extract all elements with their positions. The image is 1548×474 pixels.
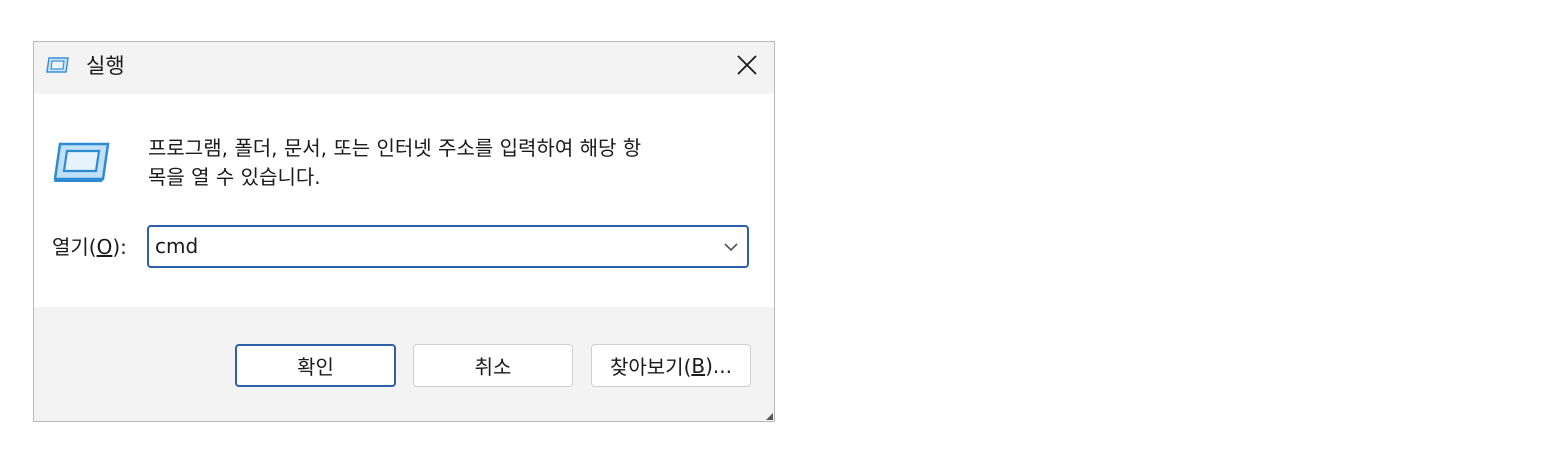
cancel-button[interactable]: 취소 [413,344,573,387]
description-line: 프로그램, 폴더, 문서, 또는 인터넷 주소를 입력하여 해당 항 [148,136,642,160]
open-label-suffix: ): [112,235,127,259]
resize-grip[interactable] [766,413,773,420]
browse-button[interactable]: 찾아보기(B)... [591,344,751,387]
run-dialog: 실행 프로그램, 폴더, 문서, 또는 인터넷 주소를 입력하여 해당 항 목을… [33,41,775,422]
open-label: 열기(O): [52,234,127,260]
browse-label-suffix: )... [705,353,732,378]
chevron-down-icon[interactable] [721,237,741,257]
close-icon [736,54,758,80]
ok-button[interactable]: 확인 [235,344,396,387]
window-title: 실행 [86,54,125,78]
close-button[interactable] [728,46,766,88]
open-label-mnemonic: O [96,235,113,259]
browse-label-prefix: 찾아보기( [609,355,692,379]
button-bar: 확인 취소 찾아보기(B)... [34,307,774,421]
open-combobox[interactable] [147,225,749,268]
open-label-prefix: 열기( [52,235,97,259]
title-bar[interactable]: 실행 [34,42,774,94]
open-input[interactable] [155,231,715,261]
browse-label-mnemonic: B [691,353,706,378]
dialog-content: 프로그램, 폴더, 문서, 또는 인터넷 주소를 입력하여 해당 항 목을 열 … [34,94,774,307]
run-app-icon [46,56,70,74]
description-text: 프로그램, 폴더, 문서, 또는 인터넷 주소를 입력하여 해당 항 목을 열 … [148,134,760,192]
description-line: 목을 열 수 있습니다. [148,165,321,189]
run-app-icon [52,141,110,183]
